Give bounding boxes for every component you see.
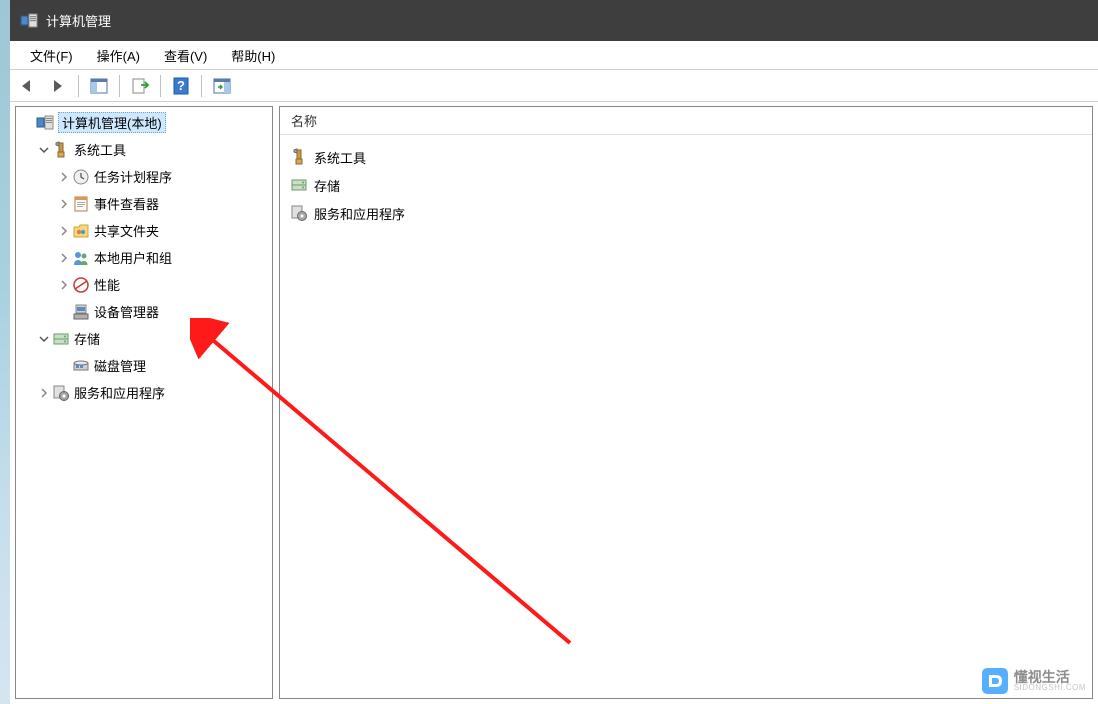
tree-shared-folders[interactable]: 共享文件夹 [56, 217, 272, 244]
show-hide-tree-button[interactable] [85, 73, 113, 99]
performance-icon [72, 276, 90, 294]
expand-icon[interactable] [56, 169, 72, 185]
tree-disk-management[interactable]: 磁盘管理 [56, 352, 272, 379]
tree-device-manager[interactable]: 设备管理器 [56, 298, 272, 325]
tree-performance[interactable]: 性能 [56, 271, 272, 298]
tree-event-viewer[interactable]: 事件查看器 [56, 190, 272, 217]
list-item-label: 系统工具 [314, 148, 366, 167]
title-bar[interactable]: 计算机管理 [10, 0, 1098, 41]
toolbar-separator [119, 75, 120, 97]
tree-label: 系统工具 [74, 140, 126, 159]
tree-task-scheduler[interactable]: 任务计划程序 [56, 163, 272, 190]
list-column-header-name[interactable]: 名称 [280, 107, 1092, 135]
show-action-pane-button[interactable] [208, 73, 236, 99]
navigation-tree-panel[interactable]: 计算机管理(本地) [15, 106, 273, 699]
desktop-background [0, 0, 10, 704]
storage-icon [52, 330, 70, 348]
tree-local-users[interactable]: 本地用户和组 [56, 244, 272, 271]
computer-management-window: 计算机管理 文件(F) 操作(A) 查看(V) 帮助(H) [10, 0, 1098, 704]
tree-label: 性能 [94, 275, 120, 294]
content-area: 计算机管理(本地) [10, 102, 1098, 704]
storage-icon [290, 176, 308, 194]
list-item[interactable]: 系统工具 [290, 143, 1082, 171]
watermark: 懂视生活 SIDONGSHI.COM [982, 668, 1086, 694]
toolbar: ? [10, 70, 1098, 102]
list-body[interactable]: 系统工具 存储 服务和应用程序 [280, 135, 1092, 698]
expand-icon[interactable] [36, 385, 52, 401]
users-icon [72, 249, 90, 267]
toolbar-separator [201, 75, 202, 97]
tree-system-tools[interactable]: 系统工具 [36, 136, 272, 163]
menu-help[interactable]: 帮助(H) [219, 42, 287, 69]
tree-services[interactable]: 服务和应用程序 [36, 379, 272, 406]
expand-icon[interactable] [56, 277, 72, 293]
menu-bar: 文件(F) 操作(A) 查看(V) 帮助(H) [10, 41, 1098, 70]
menu-action[interactable]: 操作(A) [85, 42, 152, 69]
disk-management-icon [72, 357, 90, 375]
list-item[interactable]: 服务和应用程序 [290, 199, 1082, 227]
list-item[interactable]: 存储 [290, 171, 1082, 199]
tree-label: 共享文件夹 [94, 221, 159, 240]
collapse-icon[interactable] [36, 142, 52, 158]
services-icon [52, 384, 70, 402]
tree-label: 设备管理器 [94, 302, 159, 321]
toolbar-separator [160, 75, 161, 97]
tree-label: 本地用户和组 [94, 248, 172, 267]
computer-management-icon [36, 114, 54, 132]
toolbar-separator [78, 75, 79, 97]
clock-icon [72, 168, 90, 186]
list-item-label: 存储 [314, 176, 340, 195]
tree-label: 计算机管理(本地) [62, 116, 162, 131]
watermark-sub: SIDONGSHI.COM [1014, 684, 1086, 692]
collapse-icon[interactable] [36, 331, 52, 347]
watermark-logo-icon [982, 668, 1008, 694]
help-button[interactable]: ? [167, 73, 195, 99]
export-button[interactable] [126, 73, 154, 99]
shared-folders-icon [72, 222, 90, 240]
tree-label: 服务和应用程序 [74, 383, 165, 402]
computer-management-icon [20, 12, 38, 30]
expand-icon[interactable] [56, 196, 72, 212]
tree-root[interactable]: 计算机管理(本地) [16, 109, 272, 136]
services-icon [290, 204, 308, 222]
tree-storage[interactable]: 存储 [36, 325, 272, 352]
system-tools-icon [52, 141, 70, 159]
svg-text:?: ? [177, 78, 185, 93]
menu-file[interactable]: 文件(F) [18, 42, 85, 69]
tree-label: 磁盘管理 [94, 356, 146, 375]
system-tools-icon [290, 148, 308, 166]
device-manager-icon [72, 303, 90, 321]
expand-icon[interactable] [56, 223, 72, 239]
window-title: 计算机管理 [46, 11, 111, 30]
watermark-brand: 懂视生活 [1014, 670, 1086, 684]
forward-button[interactable] [44, 73, 72, 99]
tree-label: 存储 [74, 329, 100, 348]
expand-icon[interactable] [56, 250, 72, 266]
tree-label: 事件查看器 [94, 194, 159, 213]
tree-label: 任务计划程序 [94, 167, 172, 186]
list-item-label: 服务和应用程序 [314, 204, 405, 223]
menu-view[interactable]: 查看(V) [152, 42, 219, 69]
event-viewer-icon [72, 195, 90, 213]
back-button[interactable] [14, 73, 42, 99]
details-list-panel: 名称 系统工具 存储 服务 [279, 106, 1093, 699]
